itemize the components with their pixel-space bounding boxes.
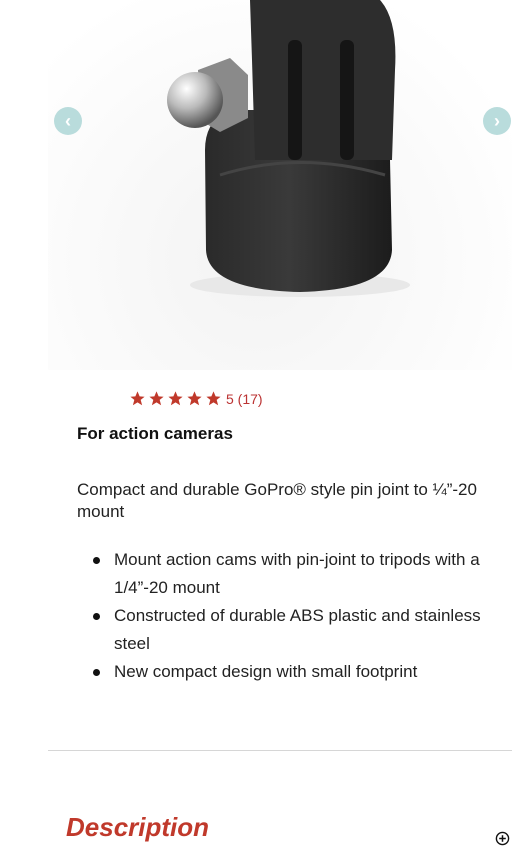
carousel-next-button[interactable]: › (483, 107, 511, 135)
list-item: New compact design with small footprint (77, 658, 497, 686)
section-divider (48, 750, 512, 751)
chevron-right-icon: › (494, 110, 500, 131)
plus-circle-icon[interactable] (495, 831, 510, 846)
feature-text: New compact design with small footprint (114, 662, 418, 681)
list-item: Constructed of durable ABS plastic and s… (77, 602, 497, 658)
bullet-icon (93, 557, 100, 564)
bullet-icon (93, 669, 100, 676)
star-icon (168, 391, 183, 406)
product-image (167, 0, 410, 297)
carousel-prev-button[interactable]: ‹ (54, 107, 82, 135)
star-icon (206, 391, 221, 406)
product-description: Compact and durable GoPro® style pin joi… (77, 480, 477, 521)
list-item: Mount action cams with pin-joint to trip… (77, 546, 497, 602)
description-heading[interactable]: Description (66, 812, 209, 843)
chevron-left-icon: ‹ (65, 110, 71, 131)
star-icon (149, 391, 164, 406)
star-icon (130, 391, 145, 406)
star-icon (187, 391, 202, 406)
feature-list: Mount action cams with pin-joint to trip… (77, 546, 497, 686)
bullet-icon (93, 613, 100, 620)
product-subtitle: For action cameras (77, 424, 233, 443)
feature-text: Constructed of durable ABS plastic and s… (114, 606, 481, 653)
feature-text: Mount action cams with pin-joint to trip… (114, 550, 480, 597)
rating-count[interactable]: 5 (17) (226, 391, 263, 407)
product-rating[interactable]: 5 (17) (129, 390, 263, 407)
